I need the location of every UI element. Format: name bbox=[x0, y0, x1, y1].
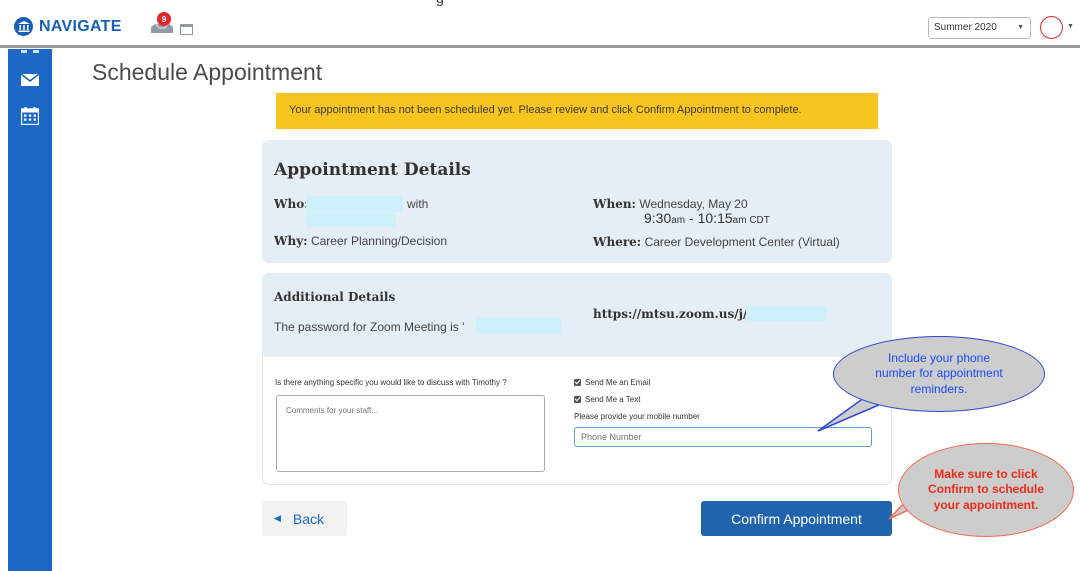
chevron-down-icon[interactable]: ▼ bbox=[1067, 23, 1074, 30]
phone-tip-text: Include your phone number for appointmen… bbox=[875, 350, 1003, 396]
where-value: Career Development Center (Virtual) bbox=[644, 235, 840, 249]
why-label: Why: bbox=[274, 234, 308, 248]
why-value: Career Planning/Decision bbox=[310, 234, 448, 248]
page-title: Schedule Appointment bbox=[92, 59, 323, 85]
where-label: Where: bbox=[593, 235, 642, 249]
back-button[interactable]: ◀ Back bbox=[262, 501, 347, 536]
who-label: Who: bbox=[274, 197, 309, 211]
redacted-password bbox=[476, 318, 561, 334]
term-selected-value: Summer 2020 bbox=[934, 22, 997, 33]
back-label: Back bbox=[292, 510, 325, 527]
chevron-down-icon: ▼ bbox=[1017, 24, 1024, 31]
term-select[interactable]: Summer 2020 ▼ bbox=[928, 17, 1031, 39]
confirm-tip-callout: Make sure to click Confirm to schedule y… bbox=[898, 443, 1074, 537]
zoom-meeting-link[interactable]: https://mtsu.zoom.us/j/ bbox=[593, 307, 747, 321]
appointment-details-card: Appointment Details Who: with Why: Caree… bbox=[262, 140, 892, 263]
when-date: Wednesday, May 20 bbox=[639, 197, 748, 211]
when-label: When: bbox=[593, 197, 636, 211]
top-header: NAVIGATE 9 Summer 2020 ▼ ▼ bbox=[0, 6, 1080, 48]
additional-details-title: Additional Details bbox=[274, 290, 396, 304]
additional-details-card: Additional Details The password for Zoom… bbox=[262, 273, 892, 357]
who-row: Who: bbox=[274, 197, 309, 211]
back-arrow-icon: ◀ bbox=[274, 513, 281, 523]
left-sidebar bbox=[8, 49, 52, 571]
institution-icon bbox=[14, 17, 33, 36]
confirm-appointment-button[interactable]: Confirm Appointment bbox=[701, 501, 892, 536]
navigate-logo[interactable]: NAVIGATE bbox=[14, 17, 122, 36]
redacted-meeting-id bbox=[746, 306, 827, 321]
unscheduled-warning-banner: Your appointment has not been scheduled … bbox=[276, 93, 878, 129]
send-email-label: Send Me an Email bbox=[585, 378, 651, 387]
calendar-icon[interactable] bbox=[20, 107, 40, 130]
send-email-option[interactable]: Send Me an Email bbox=[574, 378, 650, 387]
send-email-checkbox[interactable] bbox=[574, 379, 581, 386]
app-name: NAVIGATE bbox=[39, 17, 122, 35]
appointment-options-form: Is there anything specific you would lik… bbox=[262, 357, 892, 485]
send-text-checkbox[interactable] bbox=[574, 396, 581, 403]
why-row: Why: Career Planning/Decision bbox=[274, 234, 447, 248]
send-text-label: Send Me a Text bbox=[585, 395, 641, 404]
window-icon[interactable] bbox=[180, 24, 193, 35]
grid-icon[interactable] bbox=[21, 50, 39, 53]
phone-number-input[interactable] bbox=[574, 427, 872, 447]
discussion-question-label: Is there anything specific you would lik… bbox=[275, 378, 507, 387]
zoom-password-text: The password for Zoom Meeting is ' bbox=[274, 320, 465, 334]
appointment-details-title: Appointment Details bbox=[274, 160, 471, 180]
notification-count-badge: 9 bbox=[157, 12, 171, 26]
mobile-number-label: Please provide your mobile number bbox=[574, 412, 700, 421]
redacted-student-name bbox=[306, 196, 402, 212]
where-row: Where: Career Development Center (Virtua… bbox=[593, 235, 840, 249]
comments-textarea[interactable] bbox=[276, 395, 545, 472]
redacted-staff-name bbox=[306, 213, 396, 227]
user-avatar[interactable] bbox=[1040, 16, 1063, 39]
mail-icon[interactable] bbox=[20, 73, 40, 92]
who-connector: with bbox=[407, 197, 429, 211]
phone-tip-callout: Include your phone number for appointmen… bbox=[833, 336, 1045, 412]
when-row: When: Wednesday, May 20 bbox=[593, 197, 748, 211]
send-text-option[interactable]: Send Me a Text bbox=[574, 395, 640, 404]
confirm-tip-text: Make sure to click Confirm to schedule y… bbox=[927, 466, 1044, 512]
appointment-time: 9:30am - 10:15am CDT bbox=[644, 210, 770, 226]
